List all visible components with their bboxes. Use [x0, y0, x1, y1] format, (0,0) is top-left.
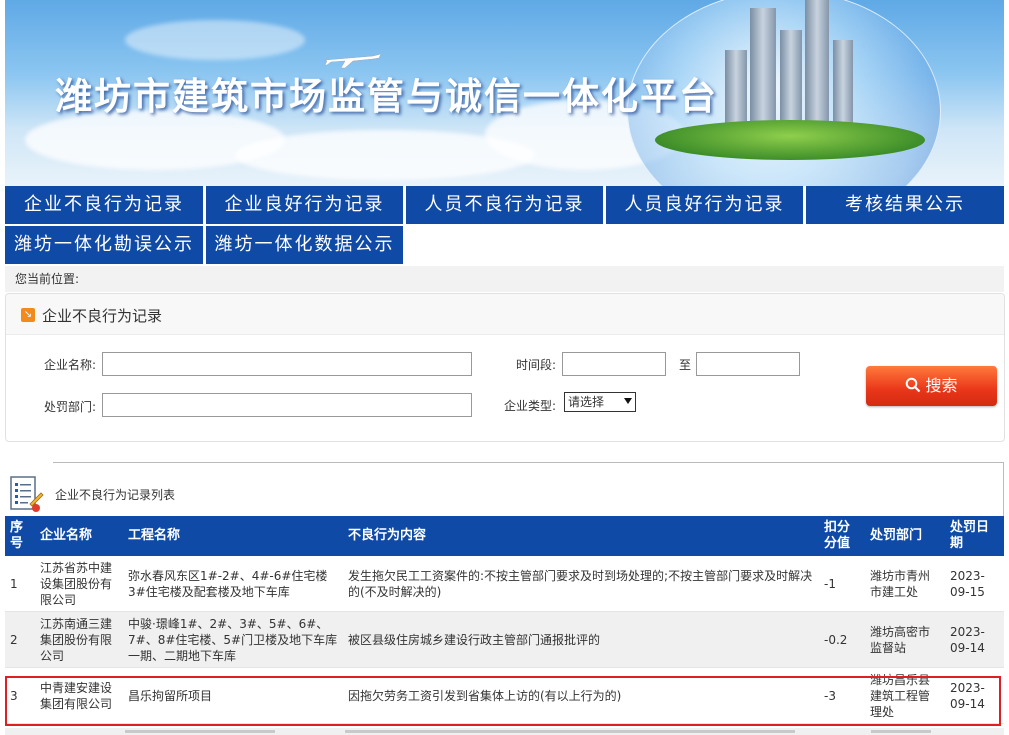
list-frame	[53, 462, 1004, 517]
cell-content: 发生拖欠民工工资案件的:不按主管部门要求及时到场处理的;不按主管部门要求及时解决…	[343, 556, 819, 612]
cell-score: -1	[819, 556, 865, 612]
list-document-icon	[10, 476, 44, 512]
search-panel: ↘ 企业不良行为记录 企业名称: 时间段: 至 处罚部门: 企业类型: 请选择 …	[5, 293, 1005, 442]
col-header-no: 序号	[5, 516, 35, 556]
col-header-project: 工程名称	[123, 516, 343, 556]
company-type-select[interactable]: 请选择	[564, 392, 636, 412]
cell-dept: 潍坊高密市监督站	[865, 611, 945, 668]
cell-no: 2	[5, 611, 35, 668]
nav-person-good-record[interactable]: 人员良好行为记录	[606, 186, 803, 224]
nav-person-bad-record[interactable]: 人员不良行为记录	[406, 186, 603, 224]
breadcrumb: 您当前位置:	[5, 266, 1004, 292]
cell-company[interactable]: 中青建安建设集团有限公司	[35, 667, 123, 724]
list-title: 企业不良行为记录列表	[55, 488, 176, 502]
header-banner: 潍坊市建筑市场监管与诚信一体化平台	[5, 0, 1004, 186]
search-icon	[906, 377, 921, 393]
nav-enterprise-good-record[interactable]: 企业良好行为记录	[206, 186, 403, 224]
chevron-down-icon	[624, 398, 632, 404]
cell-date: 2023-09-14	[945, 667, 1004, 724]
dept-label: 处罚部门:	[44, 400, 97, 414]
col-header-dept: 处罚部门	[865, 516, 945, 556]
cell-content: 被区县级住房城乡建设行政主管部门通报批评的	[343, 611, 819, 668]
cell-project: 中骏·璟峰1#、2#、3#、5#、6#、7#、8#住宅楼、5#门卫楼及地下车库一…	[123, 611, 343, 668]
company-type-selected: 请选择	[568, 395, 605, 409]
cell-project: 弥水春风东区1#-2#、4#-6#住宅楼3#住宅楼及配套楼及地下车库	[123, 556, 343, 612]
cell-project: 昌乐拘留所项目	[123, 667, 343, 724]
arrow-icon: ↘	[21, 308, 35, 322]
cell-score: -3	[819, 667, 865, 724]
cell-company[interactable]: 江苏省苏中建设集团股份有限公司	[35, 556, 123, 612]
cell-score: -0.2	[819, 611, 865, 668]
company-name-label: 企业名称:	[44, 358, 97, 372]
col-header-score: 扣分分值	[819, 516, 865, 556]
banner-title: 潍坊市建筑市场监管与诚信一体化平台	[55, 75, 718, 118]
location-label: 您当前位置:	[15, 272, 80, 286]
cell-company[interactable]: 江苏南通三建集团股份有限公司	[35, 611, 123, 668]
panel-header: ↘ 企业不良行为记录	[6, 294, 1004, 335]
table-header-row: 序号 企业名称 工程名称 不良行为内容 扣分分值 处罚部门 处罚日期	[5, 516, 1004, 556]
col-header-date: 处罚日期	[945, 516, 1004, 556]
period-from-input[interactable]	[562, 352, 666, 376]
nav-assessment-results[interactable]: 考核结果公示	[806, 186, 1004, 224]
table-row[interactable]: 3 中青建安建设集团有限公司 昌乐拘留所项目 因拖欠劳务工资引发到省集体上访的(…	[5, 667, 1004, 724]
section-title: 企业不良行为记录	[42, 307, 163, 325]
cell-content: 因拖欠劳务工资引发到省集体上访的(有以上行为的)	[343, 667, 819, 724]
nav-data-notice[interactable]: 潍坊一体化数据公示	[206, 226, 403, 264]
cell-no: 3	[5, 667, 35, 724]
cell-date: 2023-09-14	[945, 611, 1004, 668]
cell-no: 1	[5, 556, 35, 612]
cell-date: 2023-09-15	[945, 556, 1004, 612]
search-button-label: 搜索	[925, 376, 958, 395]
search-button[interactable]: 搜索	[866, 366, 997, 406]
table-row[interactable]: 1 江苏省苏中建设集团股份有限公司 弥水春风东区1#-2#、4#-6#住宅楼3#…	[5, 556, 1004, 612]
company-name-input[interactable]	[102, 352, 472, 376]
records-table: 序号 企业名称 工程名称 不良行为内容 扣分分值 处罚部门 处罚日期 1 江苏省…	[5, 516, 1004, 724]
col-header-company: 企业名称	[35, 516, 123, 556]
cell-dept: 潍坊昌乐县建筑工程管理处	[865, 667, 945, 724]
period-label: 时间段:	[516, 358, 557, 372]
nav-enterprise-bad-record[interactable]: 企业不良行为记录	[5, 186, 203, 224]
period-to-label: 至	[679, 358, 692, 372]
dept-input[interactable]	[102, 393, 472, 417]
period-to-input[interactable]	[696, 352, 800, 376]
nav-errata-notice[interactable]: 潍坊一体化勘误公示	[5, 226, 203, 264]
col-header-content: 不良行为内容	[343, 516, 819, 556]
table-row[interactable]: 2 江苏南通三建集团股份有限公司 中骏·璟峰1#、2#、3#、5#、6#、7#、…	[5, 611, 1004, 668]
next-row-partial	[5, 728, 1004, 735]
company-type-label: 企业类型:	[504, 399, 557, 413]
cell-dept: 潍坊市青州市建工处	[865, 556, 945, 612]
